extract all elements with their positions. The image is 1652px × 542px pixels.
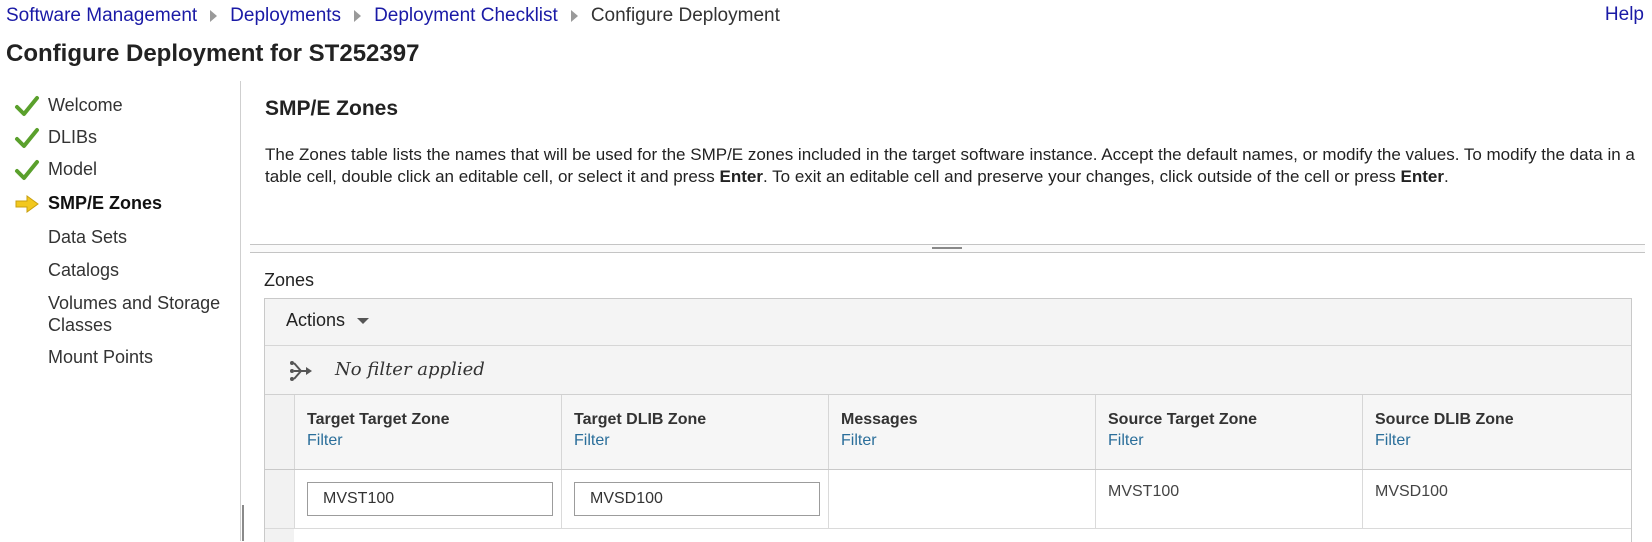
- help-link[interactable]: Help: [1605, 4, 1644, 26]
- description-key-enter: Enter: [719, 167, 763, 186]
- nav-item-label: Mount Points: [48, 347, 154, 367]
- arrow-right-icon: [15, 195, 39, 213]
- row-selector-header: [265, 395, 295, 469]
- table-toolbar: Actions: [265, 299, 1631, 346]
- description-key-enter: Enter: [1400, 167, 1445, 186]
- checklist-nav: Welcome DLIBs Model SMP/E Zones Data Set…: [0, 81, 241, 541]
- cell-target-dlib-zone[interactable]: MVSD100: [561, 470, 829, 528]
- column-title: Messages: [841, 411, 918, 428]
- nav-item-label: DLIBs: [48, 127, 98, 147]
- column-header-source-target-zone[interactable]: Source Target Zone Filter: [1095, 395, 1363, 469]
- cell-source-target-zone: MVST100: [1095, 470, 1363, 528]
- breadcrumb-current: Configure Deployment: [590, 5, 780, 26]
- checkmark-icon: [15, 96, 39, 116]
- checkmark-icon: [15, 128, 39, 148]
- description-text: .: [1444, 167, 1449, 186]
- column-header-messages[interactable]: Messages Filter: [828, 395, 1096, 469]
- pane-splitter[interactable]: [250, 244, 1645, 253]
- column-title: Target Target Zone: [307, 411, 450, 428]
- zones-table: Actions No filter applied Target Target …: [264, 298, 1632, 542]
- checkmark-icon: [15, 160, 39, 180]
- cell-messages: [828, 470, 1096, 528]
- source-target-zone-value: MVST100: [1108, 483, 1180, 500]
- nav-item-label: Volumes and Storage Classes: [48, 293, 221, 335]
- row-selector-empty: [265, 529, 294, 542]
- nav-item-label: Model: [48, 159, 98, 179]
- column-title: Source DLIB Zone: [1375, 411, 1514, 428]
- column-filter-link[interactable]: Filter: [1375, 432, 1411, 450]
- actions-menu-button[interactable]: Actions: [286, 310, 370, 331]
- column-filter-link[interactable]: Filter: [1108, 432, 1144, 450]
- nav-item-label: SMP/E Zones: [48, 193, 163, 213]
- breadcrumb-software-management[interactable]: Software Management: [6, 5, 197, 27]
- column-header-target-dlib-zone[interactable]: Target DLIB Zone Filter: [561, 395, 829, 469]
- filter-arrows-icon[interactable]: [287, 358, 315, 384]
- actions-label: Actions: [286, 310, 346, 330]
- table-header: Target Target Zone Filter Target DLIB Zo…: [265, 395, 1631, 470]
- column-title: Source Target Zone: [1108, 411, 1258, 428]
- splitter-grip-icon[interactable]: [932, 247, 962, 249]
- column-filter-link[interactable]: Filter: [841, 432, 877, 450]
- chevron-down-icon: [357, 317, 370, 324]
- page-title: Configure Deployment for ST252397: [6, 40, 420, 67]
- description-text: . To exit an editable cell and preserve …: [763, 167, 1401, 186]
- nav-item-model[interactable]: Model: [0, 158, 230, 188]
- column-header-source-dlib-zone[interactable]: Source DLIB Zone Filter: [1362, 395, 1631, 469]
- column-header-target-target-zone[interactable]: Target Target Zone Filter: [294, 395, 562, 469]
- row-selector[interactable]: [265, 470, 295, 528]
- section-description: The Zones table lists the names that wil…: [265, 144, 1640, 188]
- nav-item-data-sets[interactable]: Data Sets: [0, 226, 230, 256]
- column-filter-link[interactable]: Filter: [307, 432, 343, 450]
- cell-target-target-zone[interactable]: MVST100: [294, 470, 562, 528]
- table-row[interactable]: MVST100 MVSD100 MVST100 MVSD100: [265, 470, 1631, 529]
- breadcrumb-deployments[interactable]: Deployments: [230, 5, 341, 27]
- breadcrumb-separator-icon: [570, 10, 578, 22]
- source-dlib-zone-value: MVSD100: [1375, 483, 1448, 500]
- target-dlib-zone-input[interactable]: MVSD100: [574, 482, 820, 516]
- breadcrumb-separator-icon: [210, 10, 218, 22]
- nav-item-welcome[interactable]: Welcome: [0, 94, 230, 124]
- filter-bar: No filter applied: [265, 346, 1631, 395]
- nav-item-catalogs[interactable]: Catalogs: [0, 259, 230, 289]
- nav-resize-handle[interactable]: [242, 505, 244, 541]
- nav-item-label: Data Sets: [48, 227, 128, 247]
- target-target-zone-input[interactable]: MVST100: [307, 482, 553, 516]
- zones-table-label: Zones: [264, 270, 315, 290]
- column-filter-link[interactable]: Filter: [574, 432, 610, 450]
- nav-item-label: Welcome: [48, 95, 123, 115]
- breadcrumb-separator-icon: [354, 10, 362, 22]
- nav-item-volumes-and-storage-classes[interactable]: Volumes and Storage Classes: [0, 292, 230, 338]
- breadcrumb-deployment-checklist[interactable]: Deployment Checklist: [374, 5, 558, 27]
- nav-item-dlibs[interactable]: DLIBs: [0, 126, 230, 156]
- cell-source-dlib-zone: MVSD100: [1362, 470, 1631, 528]
- nav-item-mount-points[interactable]: Mount Points: [0, 346, 230, 376]
- nav-item-label: Catalogs: [48, 260, 120, 280]
- filter-status: No filter applied: [335, 359, 485, 380]
- nav-item-smpe-zones[interactable]: SMP/E Zones: [0, 192, 230, 222]
- nav-divider: [240, 81, 241, 541]
- breadcrumb: Software Management Deployments Deployme…: [6, 4, 1646, 28]
- column-title: Target DLIB Zone: [574, 411, 707, 428]
- section-title: SMP/E Zones: [265, 97, 399, 120]
